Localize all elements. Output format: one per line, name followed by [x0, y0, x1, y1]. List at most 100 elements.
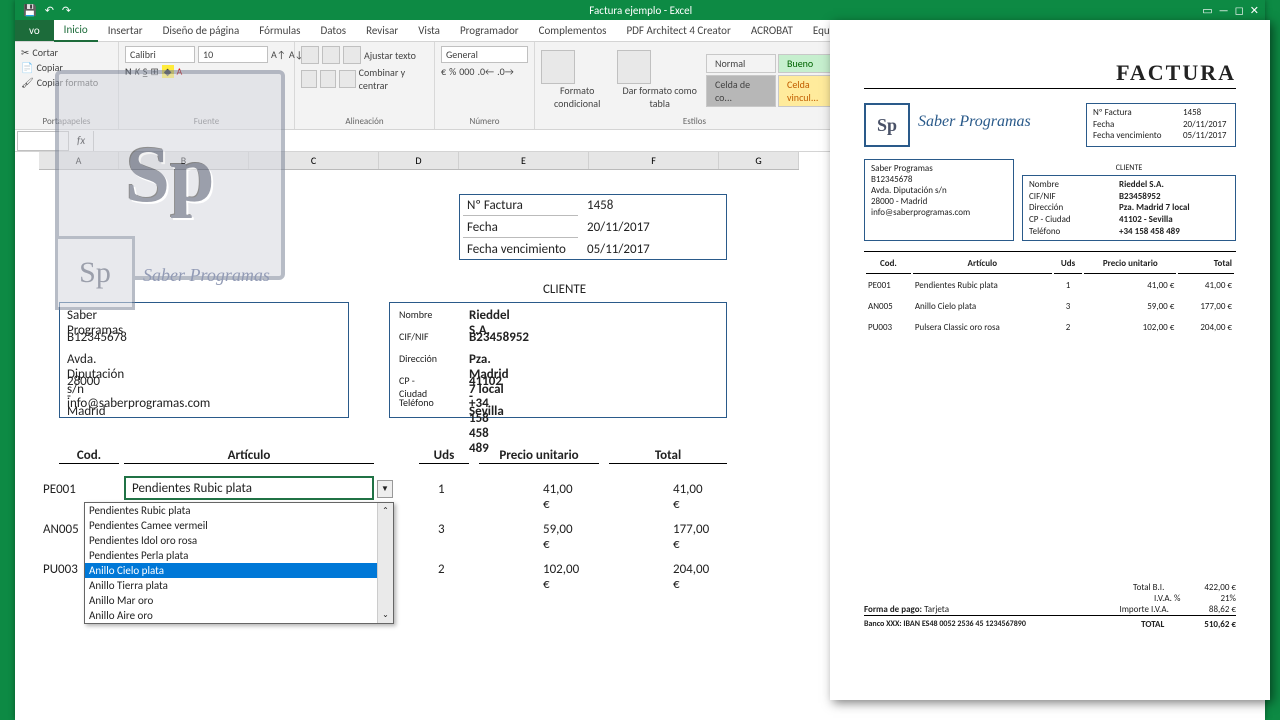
company-email[interactable]: info@saberprogramas.com — [63, 394, 214, 413]
font-name[interactable]: Calibri — [125, 46, 195, 63]
company-cif[interactable]: B12345678 — [63, 328, 131, 347]
dropdown-list[interactable]: Pendientes Rubic plata Pendientes Camee … — [84, 502, 394, 624]
dropdown-scrollbar[interactable]: ⌃ ⌄ — [377, 503, 393, 623]
tab-complementos[interactable]: Complementos — [529, 20, 617, 41]
tab-pdf[interactable]: PDF Architect 4 Creator — [616, 20, 740, 41]
dec-dec-icon[interactable]: .0→ — [497, 65, 514, 78]
dd-item-3[interactable]: Pendientes Perla plata — [85, 548, 393, 563]
underline-button[interactable]: S — [143, 65, 148, 78]
style-check[interactable]: Celda de co... — [706, 75, 776, 107]
align-middle-icon[interactable] — [322, 46, 340, 64]
format-painter-button[interactable]: 🖌 Copiar formato — [21, 76, 112, 89]
lbl-no-factura: Nº Factura — [463, 196, 578, 216]
preview-title: FACTURA — [864, 60, 1236, 89]
scroll-down-icon[interactable]: ⌄ — [378, 607, 393, 623]
tab-programador[interactable]: Programador — [450, 20, 529, 41]
selected-cell[interactable]: Pendientes Rubic plata — [124, 476, 374, 500]
border-button[interactable]: ⊞ — [150, 65, 158, 78]
row3-uds[interactable]: 2 — [434, 560, 449, 579]
preview-meta-box: Nº Factura1458 Fecha20/11/2017 Fecha ven… — [1086, 103, 1236, 147]
save-icon[interactable]: 💾 — [23, 4, 37, 17]
italic-button[interactable]: K — [135, 65, 140, 78]
wrap-text-button[interactable]: Ajustar texto — [364, 49, 416, 62]
close-icon[interactable]: ✕ — [1250, 4, 1259, 17]
col-d[interactable]: D — [379, 152, 459, 169]
maximize-icon[interactable]: ◻ — [1235, 4, 1244, 17]
row1-uds[interactable]: 1 — [434, 480, 449, 499]
font-color-button[interactable]: A — [177, 65, 183, 78]
dropdown-button[interactable]: ▼ — [377, 480, 393, 498]
comma-icon[interactable]: 000 — [459, 65, 474, 78]
col-f[interactable]: F — [589, 152, 719, 169]
hdr-art: Artículo — [124, 448, 374, 464]
row1-tot[interactable]: 41,00 € — [669, 480, 707, 514]
titlebar: 💾 ↶ ↷ Factura ejemplo - Excel ▭ — ◻ ✕ — [15, 0, 1265, 20]
dec-inc-icon[interactable]: .0← — [477, 65, 494, 78]
val-no-factura[interactable]: 1458 — [583, 196, 617, 215]
dd-item-5[interactable]: Anillo Tierra plata — [85, 578, 393, 593]
row3-tot[interactable]: 204,00 € — [669, 560, 713, 594]
row2-tot[interactable]: 177,00 € — [669, 520, 713, 554]
dd-item-0[interactable]: Pendientes Rubic plata — [85, 503, 393, 518]
align-left-icon[interactable] — [301, 70, 317, 88]
font-size[interactable]: 10 — [198, 46, 268, 63]
redo-icon[interactable]: ↷ — [62, 4, 71, 17]
align-bottom-icon[interactable] — [343, 46, 361, 64]
file-tab[interactable]: vo — [15, 20, 54, 41]
style-normal[interactable]: Normal — [706, 54, 776, 73]
row1-pu[interactable]: 41,00 € — [539, 480, 577, 514]
dd-item-7[interactable]: Anillo Aire oro — [85, 608, 393, 623]
conditional-format-button[interactable]: Formato condicional — [541, 50, 613, 110]
row1-art: Pendientes Rubic plata — [126, 478, 372, 499]
dd-item-4[interactable]: Anillo Cielo plata — [85, 563, 393, 578]
val-venc[interactable]: 05/11/2017 — [583, 240, 654, 259]
undo-icon[interactable]: ↶ — [45, 4, 54, 17]
tab-datos[interactable]: Datos — [310, 20, 356, 41]
cut-button[interactable]: ✂ Cortar — [21, 46, 112, 59]
tab-inicio[interactable]: Inicio — [54, 19, 98, 42]
merge-button[interactable]: Combinar y centrar — [359, 66, 428, 92]
row2-pu[interactable]: 59,00 € — [539, 520, 577, 554]
col-b[interactable]: B — [119, 152, 249, 169]
fx-icon[interactable]: fx — [69, 134, 93, 147]
scroll-up-icon[interactable]: ⌃ — [378, 503, 393, 519]
tab-diseno[interactable]: Diseño de página — [153, 20, 250, 41]
ribbon-opts-icon[interactable]: ▭ — [1202, 4, 1212, 17]
copy-button[interactable]: 📄 Copiar — [21, 61, 112, 74]
row2-uds[interactable]: 3 — [434, 520, 449, 539]
val-fecha[interactable]: 20/11/2017 — [583, 218, 654, 237]
col-g[interactable]: G — [719, 152, 799, 169]
row1-cod[interactable]: PE001 — [39, 480, 80, 499]
bold-button[interactable]: N — [125, 65, 132, 78]
currency-icon[interactable]: € — [441, 65, 446, 78]
cl-cif-lbl: CIF/NIF — [395, 328, 433, 345]
tab-insertar[interactable]: Insertar — [98, 20, 153, 41]
name-box[interactable] — [17, 131, 69, 151]
col-a[interactable]: A — [39, 152, 119, 169]
format-as-table-button[interactable]: Dar formato como tabla — [617, 50, 702, 110]
cl-tel-lbl: Teléfono — [395, 394, 438, 411]
tab-revisar[interactable]: Revisar — [356, 20, 408, 41]
dd-item-2[interactable]: Pendientes Idol oro rosa — [85, 533, 393, 548]
preview-summary: Total B.I.422,00 € I.V.A. %21% Forma de … — [864, 582, 1236, 630]
percent-icon[interactable]: % — [449, 65, 456, 78]
inc-font-icon[interactable]: A↑ — [271, 48, 286, 61]
row2-cod[interactable]: AN005 — [39, 520, 83, 539]
dd-item-6[interactable]: Anillo Mar oro — [85, 593, 393, 608]
number-format[interactable]: General — [441, 46, 528, 63]
fill-color-button[interactable]: ◆ — [162, 65, 174, 78]
tab-acrobat[interactable]: ACROBAT — [741, 20, 803, 41]
align-top-icon[interactable] — [301, 46, 319, 64]
tab-formulas[interactable]: Fórmulas — [249, 20, 310, 41]
align-center-icon[interactable] — [320, 70, 336, 88]
col-c[interactable]: C — [249, 152, 379, 169]
cl-cif[interactable]: B23458952 — [465, 328, 533, 347]
tab-vista[interactable]: Vista — [408, 20, 450, 41]
align-right-icon[interactable] — [339, 70, 355, 88]
col-e[interactable]: E — [459, 152, 589, 169]
minimize-icon[interactable]: — — [1219, 4, 1229, 17]
row3-cod[interactable]: PU003 — [39, 560, 82, 579]
row3-pu[interactable]: 102,00 € — [539, 560, 583, 594]
dd-item-1[interactable]: Pendientes Camee vermeil — [85, 518, 393, 533]
group-font: Fuente — [125, 116, 288, 127]
